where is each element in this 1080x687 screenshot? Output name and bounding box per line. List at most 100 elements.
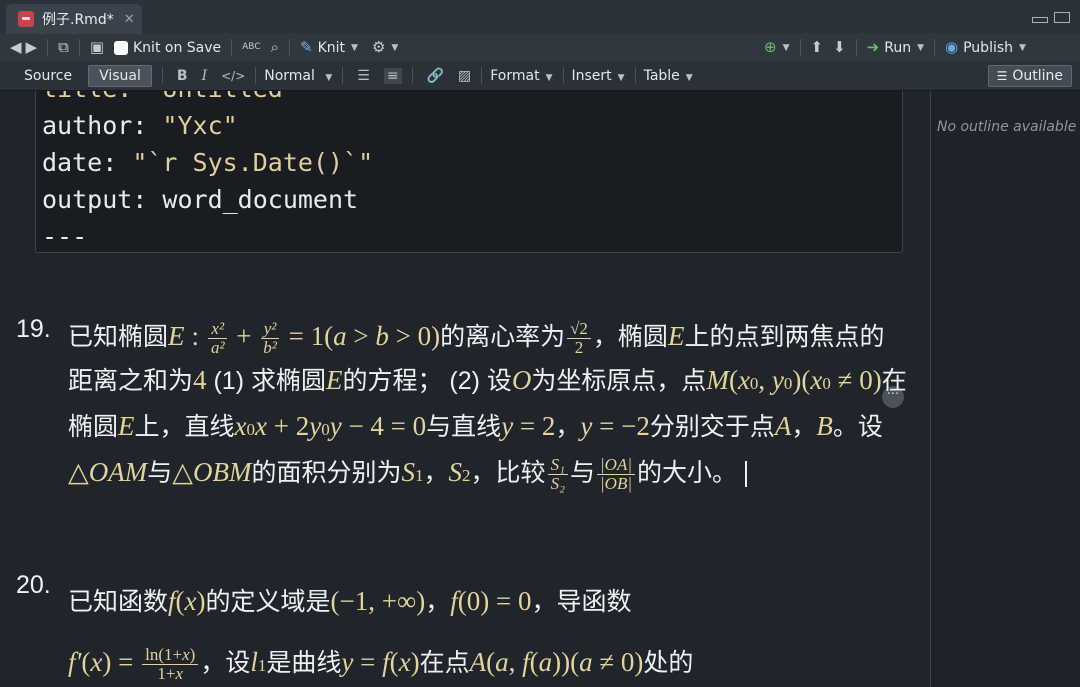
toolbar-divider: [78, 39, 80, 56]
up-arrow-icon[interactable]: ⬆: [811, 40, 824, 55]
yaml-key: date:: [42, 148, 118, 177]
chevron-down-icon[interactable]: ▼: [783, 43, 790, 53]
toolbar-divider: [289, 39, 291, 56]
math-inline: ): [410, 647, 420, 677]
knit-on-save-checkbox[interactable]: [114, 40, 128, 55]
italic-button[interactable]: I: [202, 68, 208, 84]
math-inline: OBM: [193, 457, 252, 487]
yaml-line-date: date: "`r Sys.Date()`": [42, 144, 902, 181]
text-cursor: [745, 461, 748, 488]
outline-toggle-button[interactable]: ☰ Outline: [987, 65, 1072, 87]
math-inline: (: [728, 365, 738, 395]
toolbar-divider: [855, 39, 857, 56]
toolbar-divider: [634, 67, 636, 84]
source-mode-button[interactable]: Source: [14, 66, 82, 86]
publish-button[interactable]: ◉ Publish ▼: [945, 40, 1026, 56]
run-button[interactable]: ➜ Run ▼: [867, 40, 924, 56]
format-menu[interactable]: Format ▼: [490, 68, 552, 84]
visual-mode-button[interactable]: Visual: [88, 64, 152, 87]
table-menu[interactable]: Table ▼: [644, 68, 693, 84]
show-in-window-icon[interactable]: ⧉: [58, 40, 69, 55]
chevron-down-icon: ▼: [917, 42, 925, 53]
text-run: 的定义域是: [205, 588, 331, 616]
toolbar-divider: [562, 67, 564, 84]
knit-label: Knit: [317, 39, 346, 56]
insert-menu-label: Insert: [571, 67, 612, 84]
publish-label: Publish: [963, 39, 1014, 56]
yaml-line-end: ---: [42, 218, 902, 255]
code-button[interactable]: </>: [221, 69, 245, 83]
find-icon[interactable]: ⌕: [271, 40, 279, 55]
math-inline: △: [172, 457, 194, 487]
math-inline: x: [234, 411, 247, 441]
math-inline: A: [469, 647, 487, 677]
yaml-line-title: title: "Untitled": [42, 91, 902, 107]
file-tab[interactable]: 例子.Rmd* ✕: [6, 4, 142, 34]
math-fraction: y² b²: [260, 319, 280, 357]
insert-menu[interactable]: Insert ▼: [572, 68, 625, 84]
yaml-value: word_document: [162, 185, 359, 214]
toolbar-divider: [934, 39, 936, 56]
maximize-pane-icon[interactable]: [1054, 12, 1070, 23]
numbered-list-icon[interactable]: ≡: [383, 67, 402, 84]
text-run: 的大小。: [637, 459, 738, 487]
math-inline: b: [375, 321, 389, 351]
text-run: (1) 求椭圆: [206, 367, 326, 395]
text-run: 为坐标原点，点: [531, 367, 707, 395]
text-run: 上，直线: [134, 413, 235, 441]
math-inline: f′: [68, 647, 82, 677]
bullet-list-icon[interactable]: ☰: [357, 68, 370, 84]
toolbar-divider: [255, 67, 257, 84]
chevron-down-icon: ▼: [545, 72, 553, 83]
insert-chunk-icon[interactable]: ⊕: [764, 40, 777, 55]
text-run: ，设: [200, 649, 251, 677]
spellcheck-icon[interactable]: ABC: [242, 43, 260, 52]
yaml-header-block[interactable]: title: "Untitled" author: "Yxc" date: "`…: [35, 91, 903, 253]
math-inline: )(: [792, 365, 811, 395]
link-icon[interactable]: 🔗: [427, 68, 444, 84]
math-inline: y: [309, 411, 322, 441]
save-icon[interactable]: ▣: [90, 40, 104, 55]
math-inline: M: [706, 365, 729, 395]
run-label: Run: [884, 39, 912, 56]
chevron-down-icon[interactable]: ▼: [391, 43, 398, 53]
math-inline: a: [538, 647, 553, 677]
chevron-down-icon: ▼: [325, 72, 333, 83]
math-inline: x: [398, 647, 411, 677]
math-inline: x: [90, 647, 103, 677]
math-inline: = 1(: [281, 321, 334, 351]
paragraph-style-value: Normal: [264, 67, 315, 84]
back-arrow-icon[interactable]: ◀: [10, 40, 22, 55]
paragraph-style-select[interactable]: Normal ▼: [264, 68, 332, 84]
image-icon[interactable]: ▨: [458, 68, 471, 84]
tab-bar: 例子.Rmd* ✕: [0, 0, 1080, 35]
close-tab-icon[interactable]: ✕: [124, 12, 135, 27]
yaml-value: "Yxc": [162, 111, 238, 140]
knit-on-save-toggle[interactable]: Knit on Save: [114, 40, 221, 56]
chevron-down-icon: ▼: [351, 42, 358, 53]
math-inline: − 4 = 0: [341, 411, 427, 441]
text-run: 已知椭圆: [68, 323, 169, 351]
math-inline: 2: [462, 466, 471, 485]
math-inline: (: [486, 647, 496, 677]
math-fraction: S₁ S₂: [547, 455, 568, 493]
gear-icon[interactable]: ⚙: [372, 40, 385, 55]
forward-arrow-icon[interactable]: ▶: [26, 40, 38, 55]
math-inline: f: [450, 586, 458, 616]
visual-editor[interactable]: title: "Untitled" author: "Yxc" date: "`…: [0, 91, 930, 687]
problem-19-text: 已知椭圆E : x² a² + y² b² = 1(a > b > 0)的离心率为 √…: [68, 315, 908, 497]
minimize-pane-icon[interactable]: [1032, 17, 1048, 23]
math-inline: l: [250, 647, 258, 677]
text-run: 是曲线: [266, 649, 342, 677]
math-inline: =: [353, 647, 383, 677]
math-inline: OAM: [88, 457, 148, 487]
math-inline: △: [68, 457, 89, 487]
knit-button[interactable]: ✎ Knit ▼: [300, 40, 358, 56]
math-inline: 0: [822, 374, 831, 393]
bold-button[interactable]: B: [177, 68, 188, 84]
down-arrow-icon[interactable]: ⬇: [833, 40, 846, 55]
text-run: ，导函数: [531, 588, 632, 616]
yaml-line-author: author: "Yxc": [42, 107, 902, 144]
math-inline: + 2: [267, 411, 310, 441]
math-inline: S: [448, 457, 463, 487]
